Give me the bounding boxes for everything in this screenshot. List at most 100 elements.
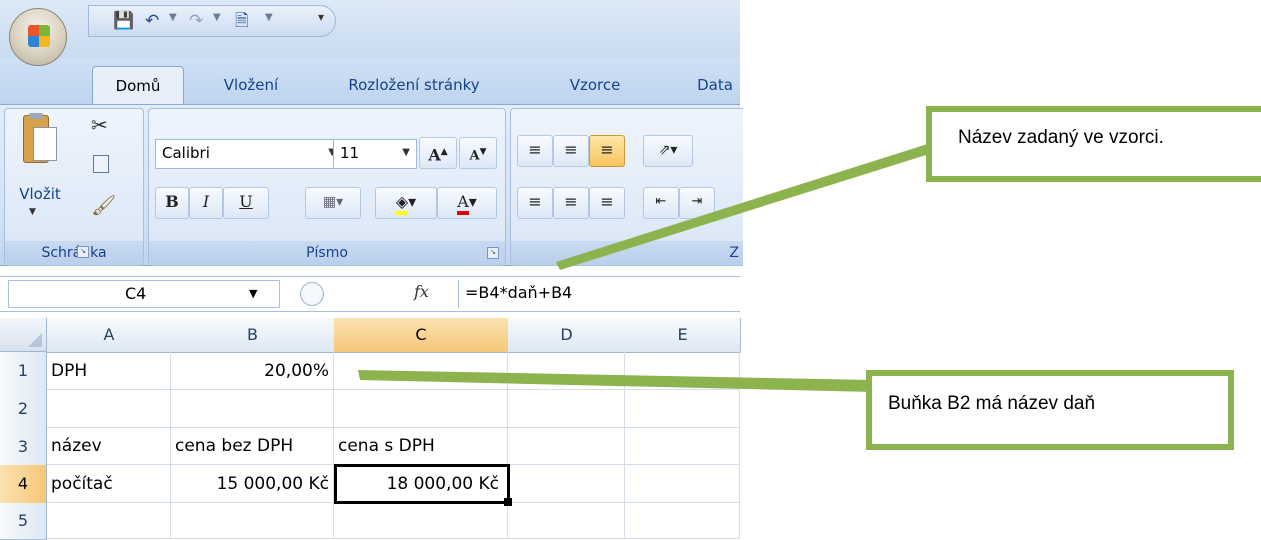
font-group: Calibri ▼ 11 ▼ A▲ A▼ B I U ▦▾ ◈▾ A▾ Písm… — [148, 108, 506, 266]
cell-a1[interactable]: DPH — [47, 352, 171, 390]
font-group-label: Písmo — [149, 241, 505, 265]
cell-d5[interactable] — [508, 503, 625, 539]
select-all-triangle-icon — [28, 333, 42, 347]
cell-e4[interactable] — [625, 465, 740, 503]
fill-color-button[interactable]: ◈▾ — [375, 187, 437, 219]
shrink-font-button[interactable]: A▼ — [459, 137, 497, 169]
cell-a5[interactable] — [47, 503, 171, 539]
cell-b1[interactable]: 20,00% — [171, 352, 334, 390]
cell-d2[interactable] — [508, 390, 625, 428]
font-color-icon: A — [457, 192, 469, 215]
font-size-value: 11 — [340, 144, 360, 162]
font-size-select[interactable]: 11 ▼ — [333, 139, 417, 169]
align-middle-button[interactable]: ≡ — [553, 135, 589, 167]
office-logo-icon — [28, 25, 50, 47]
underline-button[interactable]: U — [223, 187, 269, 219]
cell-a3[interactable]: název — [47, 428, 171, 465]
tab-insert[interactable]: Vložení — [208, 66, 294, 104]
cell-e2[interactable] — [625, 390, 740, 428]
undo-dropdown-icon[interactable]: ▼ — [169, 12, 177, 23]
cell-c3[interactable]: cena s DPH — [334, 428, 508, 465]
callout-cell-name: Buňka B2 má název daň — [866, 370, 1234, 450]
column-header-b[interactable]: B — [171, 318, 335, 353]
row-header-1[interactable]: 1 — [0, 352, 47, 391]
formula-controls: fx — [300, 280, 460, 308]
font-name-value: Calibri — [162, 144, 210, 162]
cell-d1[interactable] — [508, 352, 625, 390]
formula-input[interactable]: =B4*daň+B4 — [458, 280, 738, 308]
column-header-d[interactable]: D — [508, 318, 626, 353]
redo-dropdown-icon[interactable]: ▼ — [213, 12, 221, 23]
print-preview-dropdown-icon[interactable]: ▼ — [265, 12, 273, 23]
fill-handle[interactable] — [504, 498, 512, 506]
callout-formula-name: Název zadaný ve vzorci. — [926, 106, 1261, 182]
row-header-5[interactable]: 5 — [0, 503, 47, 540]
customize-qat-icon[interactable]: ▾ — [318, 10, 324, 24]
cell-a2[interactable] — [47, 390, 171, 428]
align-top-button[interactable]: ≡ — [517, 135, 553, 167]
column-header-a[interactable]: A — [47, 318, 172, 353]
tab-data[interactable]: Data — [690, 66, 740, 104]
undo-icon[interactable]: ↶ — [145, 10, 159, 32]
increase-indent-button[interactable]: ⇥ — [679, 187, 715, 219]
cell-c2[interactable] — [334, 390, 508, 428]
column-header-c[interactable]: C — [334, 318, 509, 353]
row-header-2[interactable]: 2 — [0, 390, 47, 429]
cell-d4[interactable] — [508, 465, 625, 503]
row-header-4[interactable]: 4 — [0, 465, 47, 504]
clipboard-dialog-launcher-icon[interactable]: ↘ — [77, 246, 89, 258]
tab-home[interactable]: Domů — [92, 66, 184, 105]
cell-e1[interactable] — [625, 352, 740, 390]
save-icon[interactable]: 💾 — [113, 10, 134, 32]
clipboard-group-label: Schránka — [5, 241, 143, 265]
office-button[interactable] — [9, 8, 67, 66]
italic-button[interactable]: I — [189, 187, 223, 219]
font-name-select[interactable]: Calibri ▼ — [155, 139, 343, 169]
print-preview-icon[interactable]: 🗎 — [235, 10, 249, 32]
align-bottom-button[interactable]: ≡ — [589, 135, 625, 167]
cell-b2[interactable] — [171, 390, 334, 428]
cell-b4[interactable]: 15 000,00 Kč — [171, 465, 334, 503]
paste-dropdown-icon[interactable]: ▼ — [29, 207, 36, 217]
cell-e3[interactable] — [625, 428, 740, 465]
bold-button[interactable]: B — [155, 187, 189, 219]
insert-function-icon[interactable]: fx — [414, 282, 429, 301]
cell-e5[interactable] — [625, 503, 740, 539]
align-left-button[interactable]: ≡ — [517, 187, 553, 219]
cut-icon[interactable]: ✂ — [91, 113, 108, 137]
cell-d3[interactable] — [508, 428, 625, 465]
align-center-button[interactable]: ≡ — [553, 187, 589, 219]
row-header-3[interactable]: 3 — [0, 428, 47, 466]
redo-icon[interactable]: ↷ — [189, 10, 203, 32]
chevron-down-icon[interactable]: ▼ — [249, 281, 257, 307]
format-painter-icon[interactable]: 🖌 — [91, 193, 116, 217]
active-cell-border — [334, 464, 510, 504]
alignment-group: ≡ ≡ ≡ ⇗▾ ≡ ≡ ≡ ⇤ ⇥ Z — [510, 108, 743, 266]
tab-formulas[interactable]: Vzorce — [548, 66, 642, 104]
name-box-value: C4 — [125, 284, 147, 303]
column-header-e[interactable]: E — [625, 318, 741, 353]
font-group-title: Písmo — [306, 245, 348, 261]
font-dialog-launcher-icon[interactable]: ↘ — [487, 247, 499, 259]
cell-a4[interactable]: počítač — [47, 465, 171, 503]
grow-font-button[interactable]: A▲ — [419, 137, 457, 169]
align-right-button[interactable]: ≡ — [589, 187, 625, 219]
cell-b5[interactable] — [171, 503, 334, 539]
cell-c1[interactable] — [334, 352, 508, 390]
paste-icon[interactable] — [15, 113, 61, 169]
copy-icon[interactable] — [93, 155, 109, 173]
orientation-button[interactable]: ⇗▾ — [643, 135, 693, 167]
tab-page-layout[interactable]: Rozložení stránky — [312, 66, 516, 104]
borders-button[interactable]: ▦▾ — [305, 187, 361, 219]
cell-b3[interactable]: cena bez DPH — [171, 428, 334, 465]
select-all-corner[interactable] — [0, 318, 47, 352]
paste-button-label[interactable]: Vložit — [9, 185, 71, 203]
name-box[interactable]: C4 ▼ — [8, 280, 280, 308]
cell-c5[interactable] — [334, 503, 508, 539]
font-color-button[interactable]: A▾ — [437, 187, 497, 219]
clipboard-group-title: Schránka — [41, 245, 107, 261]
quick-access-toolbar: 💾 ↶ ▼ ↷ ▼ 🗎 ▼ — [88, 5, 336, 37]
clipboard-group: Vložit ▼ ✂ 🖌 Schránka ↘ — [4, 108, 144, 266]
formula-bar-splitter-icon[interactable] — [300, 282, 324, 306]
decrease-indent-button[interactable]: ⇤ — [643, 187, 679, 219]
